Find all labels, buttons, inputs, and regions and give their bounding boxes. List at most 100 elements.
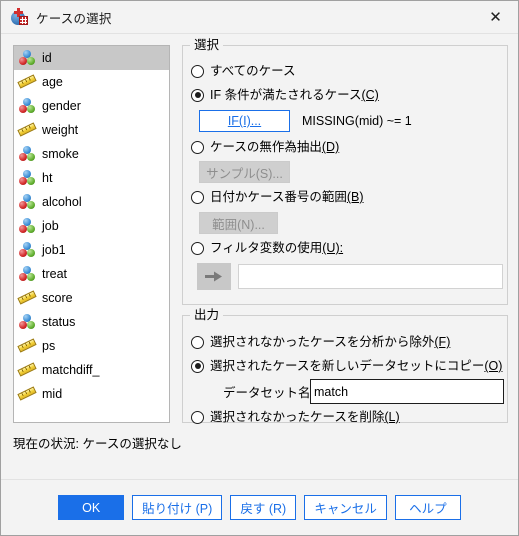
radio-random-sample-label: ケースの無作為抽出 bbox=[210, 140, 322, 154]
radio-indicator bbox=[191, 88, 204, 102]
radio-date-range[interactable]: 日付かケース番号の範囲 (B) bbox=[191, 189, 364, 205]
variable-name: weight bbox=[42, 123, 79, 137]
scale-measure-icon bbox=[17, 385, 37, 403]
radio-copy-to-new-label: 選択されたケースを新しいデータセットにコピー bbox=[210, 359, 485, 373]
help-button[interactable]: ヘルプ bbox=[394, 495, 461, 520]
scale-measure-icon bbox=[17, 73, 37, 91]
if-button-label: IF(I)... bbox=[227, 114, 262, 128]
variable-name: id bbox=[42, 51, 52, 65]
ok-button[interactable]: OK bbox=[58, 495, 125, 520]
radio-random-sample[interactable]: ケースの無作為抽出 (D) bbox=[191, 139, 339, 155]
reset-button[interactable]: 戻す (R) bbox=[230, 495, 297, 520]
scale-measure-icon bbox=[17, 121, 37, 139]
filter-variable-field[interactable] bbox=[238, 264, 503, 289]
list-item[interactable]: mid bbox=[14, 382, 169, 406]
range-button: 範囲(N)... bbox=[199, 212, 278, 234]
scale-measure-icon bbox=[17, 289, 37, 307]
variable-name: score bbox=[42, 291, 73, 305]
variable-name: gender bbox=[42, 99, 81, 113]
if-expression-text: MISSING(mid) ~= 1 bbox=[302, 114, 412, 128]
radio-indicator bbox=[191, 64, 204, 78]
radio-indicator bbox=[191, 140, 204, 154]
radio-delete-unselected-mnemonic: (L) bbox=[384, 410, 400, 424]
scale-measure-icon bbox=[17, 361, 37, 379]
radio-date-range-label: 日付かケース番号の範囲 bbox=[210, 190, 347, 204]
list-item[interactable]: matchdiff_ bbox=[14, 358, 169, 382]
selection-group-title: 選択 bbox=[190, 38, 224, 52]
nominal-measure-icon bbox=[19, 313, 36, 331]
close-icon[interactable]: ✕ bbox=[473, 2, 518, 33]
window-title: ケースの選択 bbox=[36, 11, 112, 26]
paste-button[interactable]: 貼り付け (P) bbox=[132, 495, 223, 520]
variable-name: job bbox=[42, 219, 59, 233]
list-item[interactable]: ps bbox=[14, 334, 169, 358]
radio-if-condition-label: IF 条件が満たされるケース bbox=[210, 88, 362, 102]
list-item[interactable]: alcohol bbox=[14, 190, 169, 214]
nominal-measure-icon bbox=[19, 217, 36, 235]
variable-name: smoke bbox=[42, 147, 79, 161]
list-item[interactable]: treat bbox=[14, 262, 169, 286]
radio-copy-to-new-mnemonic: (O) bbox=[484, 359, 503, 373]
radio-indicator bbox=[191, 241, 204, 255]
list-item[interactable]: id bbox=[14, 46, 169, 70]
output-group-title: 出力 bbox=[190, 308, 224, 322]
select-cases-dialog: ケースの選択 ✕ id age gender weight smoke ht a… bbox=[0, 0, 519, 536]
arrow-right-icon bbox=[197, 263, 231, 290]
scale-measure-icon bbox=[17, 337, 37, 355]
list-item[interactable]: ht bbox=[14, 166, 169, 190]
cancel-button[interactable]: キャンセル bbox=[304, 495, 387, 520]
radio-filter-out-label: 選択されなかったケースを分析から除外 bbox=[210, 335, 435, 349]
sample-button-label: サンプル(S)... bbox=[206, 166, 283, 181]
variable-name: mid bbox=[42, 387, 63, 401]
list-item[interactable]: job1 bbox=[14, 238, 169, 262]
dataset-name-input[interactable]: match bbox=[310, 379, 504, 404]
radio-delete-unselected-label: 選択されなかったケースを削除 bbox=[210, 410, 385, 424]
nominal-measure-icon bbox=[19, 169, 36, 187]
radio-if-condition[interactable]: IF 条件が満たされるケース (C) bbox=[191, 87, 379, 103]
list-item[interactable]: gender bbox=[14, 94, 169, 118]
nominal-measure-icon bbox=[19, 265, 36, 283]
radio-filter-variable-mnemonic: (U): bbox=[322, 241, 344, 255]
radio-all-cases[interactable]: すべてのケース bbox=[191, 63, 296, 79]
radio-indicator bbox=[191, 190, 204, 204]
radio-if-condition-mnemonic: (C) bbox=[361, 88, 379, 102]
range-button-label: 範囲(N)... bbox=[212, 217, 265, 232]
sample-button: サンプル(S)... bbox=[199, 161, 290, 183]
radio-indicator bbox=[191, 335, 204, 349]
variable-name: treat bbox=[42, 267, 68, 281]
list-item[interactable]: job bbox=[14, 214, 169, 238]
list-item[interactable]: weight bbox=[14, 118, 169, 142]
radio-random-sample-mnemonic: (D) bbox=[321, 140, 340, 154]
variable-name: matchdiff_ bbox=[42, 363, 100, 377]
status-text: 現在の状況: ケースの選択なし bbox=[13, 437, 182, 451]
nominal-measure-icon bbox=[19, 241, 36, 259]
list-item[interactable]: smoke bbox=[14, 142, 169, 166]
radio-filter-out-unselected[interactable]: 選択されなかったケースを分析から除外 (F) bbox=[191, 334, 450, 350]
radio-delete-unselected[interactable]: 選択されなかったケースを削除 (L) bbox=[191, 409, 400, 425]
if-button[interactable]: IF(I)... bbox=[199, 110, 290, 132]
nominal-measure-icon bbox=[19, 193, 36, 211]
nominal-measure-icon bbox=[19, 49, 36, 67]
variable-name: alcohol bbox=[42, 195, 82, 209]
spss-app-icon bbox=[10, 8, 28, 26]
title-bar: ケースの選択 ✕ bbox=[1, 1, 518, 34]
variable-name: age bbox=[42, 75, 63, 89]
variable-name: ht bbox=[42, 171, 53, 185]
radio-indicator bbox=[191, 410, 204, 424]
list-item[interactable]: status bbox=[14, 310, 169, 334]
dialog-body: id age gender weight smoke ht alcohol jo… bbox=[1, 34, 518, 535]
dialog-button-bar: OK 貼り付け (P) 戻す (R) キャンセル ヘルプ bbox=[1, 479, 518, 535]
nominal-measure-icon bbox=[19, 145, 36, 163]
radio-filter-variable[interactable]: フィルタ変数の使用 (U): bbox=[191, 240, 343, 256]
nominal-measure-icon bbox=[19, 97, 36, 115]
radio-all-cases-label: すべてのケース bbox=[210, 64, 296, 78]
radio-filter-out-mnemonic: (F) bbox=[434, 335, 451, 349]
variable-name: ps bbox=[42, 339, 56, 353]
radio-indicator bbox=[191, 359, 204, 373]
list-item[interactable]: score bbox=[14, 286, 169, 310]
radio-date-range-mnemonic: (B) bbox=[346, 190, 364, 204]
list-item[interactable]: age bbox=[14, 70, 169, 94]
radio-filter-variable-label: フィルタ変数の使用 bbox=[210, 241, 323, 255]
variable-list[interactable]: id age gender weight smoke ht alcohol jo… bbox=[13, 45, 170, 423]
radio-copy-to-new-dataset[interactable]: 選択されたケースを新しいデータセットにコピー (O) bbox=[191, 358, 502, 374]
